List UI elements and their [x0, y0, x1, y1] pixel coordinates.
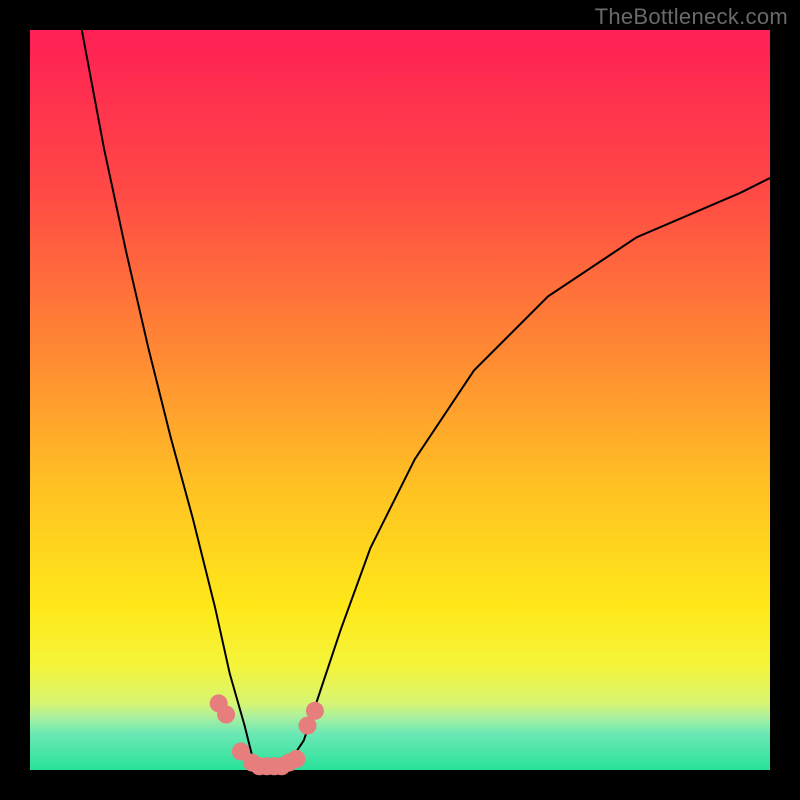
chart-frame: TheBottleneck.com — [0, 0, 800, 800]
marker-dot — [306, 702, 324, 720]
marker-group — [210, 694, 324, 775]
bottleneck-curve — [82, 30, 770, 770]
chart-svg — [30, 30, 770, 770]
watermark-text: TheBottleneck.com — [595, 4, 788, 30]
marker-dot — [287, 750, 305, 768]
plot-area — [30, 30, 770, 770]
marker-dot — [217, 706, 235, 724]
